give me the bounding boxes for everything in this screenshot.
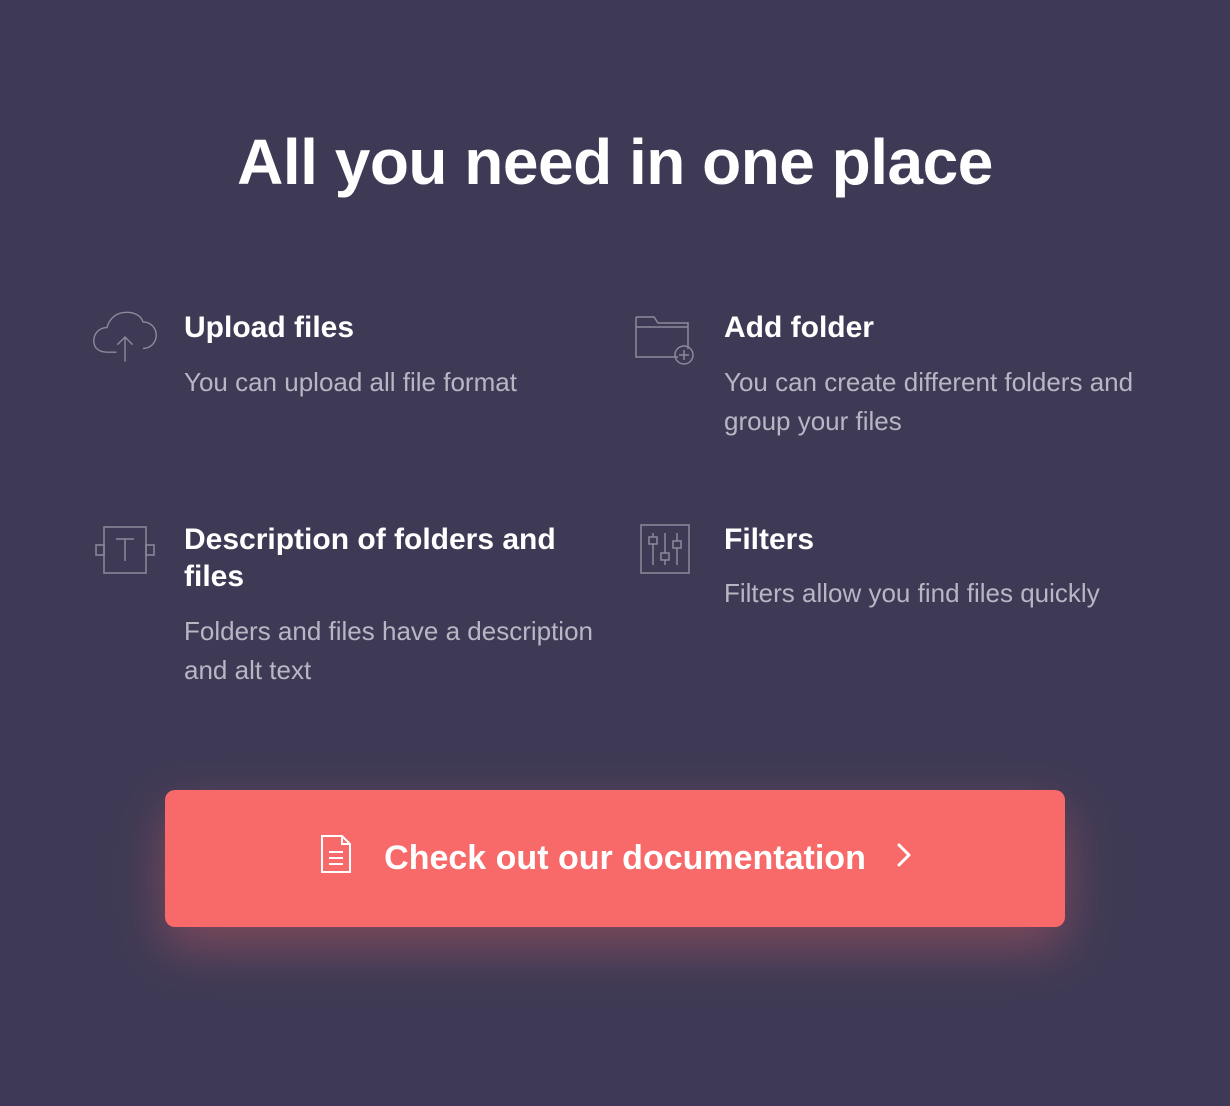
documentation-button[interactable]: Check out our documentation (165, 790, 1065, 927)
feature-description: Folders and files have a description and… (184, 612, 600, 690)
cloud-upload-icon (90, 309, 160, 369)
feature-description: You can create different folders and gro… (724, 363, 1140, 441)
feature-title: Description of folders and files (184, 521, 600, 596)
feature-description: Filters allow you find files quickly (724, 574, 1140, 613)
sliders-icon (630, 521, 700, 581)
feature-description: You can upload all file format (184, 363, 600, 402)
feature-content: Upload files You can upload all file for… (184, 309, 600, 402)
folder-plus-icon (630, 309, 700, 369)
document-icon (318, 832, 354, 885)
feature-title: Filters (724, 521, 1140, 559)
features-grid: Upload files You can upload all file for… (90, 309, 1140, 690)
features-section: All you need in one place Upload files Y… (35, 35, 1195, 1071)
feature-filters: Filters Filters allow you find files qui… (630, 521, 1140, 690)
feature-title: Add folder (724, 309, 1140, 347)
section-title: All you need in one place (90, 125, 1140, 199)
cta-label: Check out our documentation (384, 839, 866, 878)
feature-content: Add folder You can create different fold… (724, 309, 1140, 441)
chevron-right-icon (896, 839, 912, 878)
feature-content: Description of folders and files Folders… (184, 521, 600, 690)
text-box-icon (90, 521, 160, 581)
feature-description: Description of folders and files Folders… (90, 521, 600, 690)
feature-title: Upload files (184, 309, 600, 347)
feature-add-folder: Add folder You can create different fold… (630, 309, 1140, 441)
feature-content: Filters Filters allow you find files qui… (724, 521, 1140, 614)
feature-upload-files: Upload files You can upload all file for… (90, 309, 600, 441)
